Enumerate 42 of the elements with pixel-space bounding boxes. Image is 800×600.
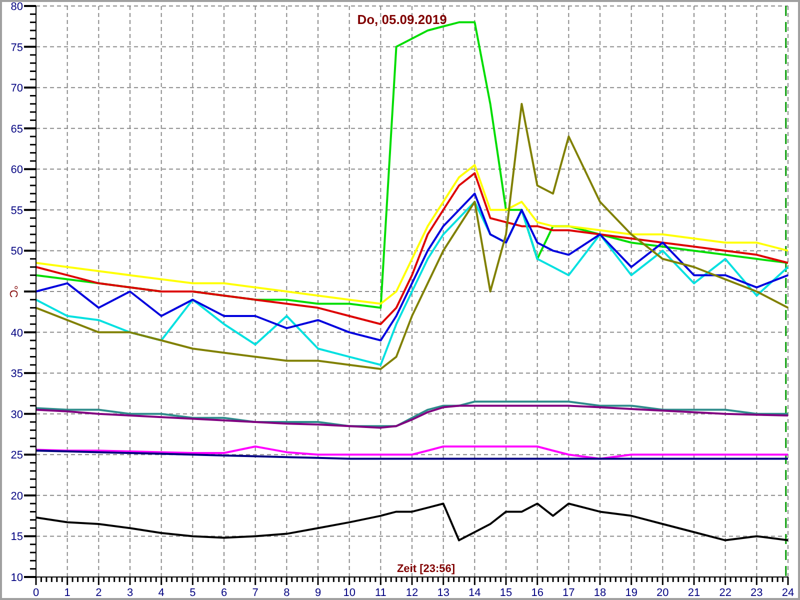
tick-label: 18: [594, 587, 606, 598]
tick-label: 12: [406, 587, 418, 598]
chart-title: Do, 05.09.2019: [357, 12, 447, 27]
tick-label: 22: [719, 587, 732, 598]
tick-label: 21: [688, 587, 700, 598]
tick-label: 11: [374, 587, 386, 598]
tick-label: 10: [343, 587, 356, 598]
tick-label: 2: [96, 587, 102, 598]
tick-label: 60: [10, 164, 23, 176]
tick-label: 4: [158, 587, 164, 598]
tick-label: 3: [126, 587, 134, 598]
tick-label: 19: [625, 587, 638, 598]
y-axis-label: °C: [7, 285, 19, 298]
tick-label: 20: [656, 587, 669, 598]
tick-label: 30: [10, 408, 23, 421]
tick-label: 13: [437, 587, 450, 598]
tick-label: 25: [10, 450, 23, 462]
tick-label: 16: [531, 587, 544, 598]
tick-label: 70: [10, 82, 23, 95]
tick-label: 7: [252, 587, 258, 598]
tick-label: 15: [10, 531, 23, 544]
tick-label: 20: [10, 490, 23, 502]
x-axis-label: Zeit [23:56]: [396, 563, 456, 575]
tick-label: 75: [10, 42, 23, 54]
tick-label: 80: [10, 2, 23, 13]
tick-label: 14: [468, 587, 481, 598]
tick-label: 50: [10, 246, 23, 258]
tick-label: 35: [10, 368, 23, 380]
tick-label: 15: [500, 587, 512, 598]
tick-label: 40: [10, 327, 23, 340]
tick-label: 10: [10, 572, 23, 584]
tick-label: 6: [220, 587, 228, 598]
tick-label: 23: [750, 587, 763, 598]
tick-label: 24: [782, 587, 794, 598]
tick-label: 1: [64, 587, 70, 598]
tick-label: 0: [32, 587, 40, 598]
tick-label: 9: [314, 587, 322, 598]
tick-label: 17: [562, 587, 575, 598]
tick-label: 8: [284, 587, 290, 598]
tick-label: 65: [10, 123, 23, 136]
tick-label: 55: [10, 204, 23, 217]
tick-label: 5: [190, 587, 196, 598]
